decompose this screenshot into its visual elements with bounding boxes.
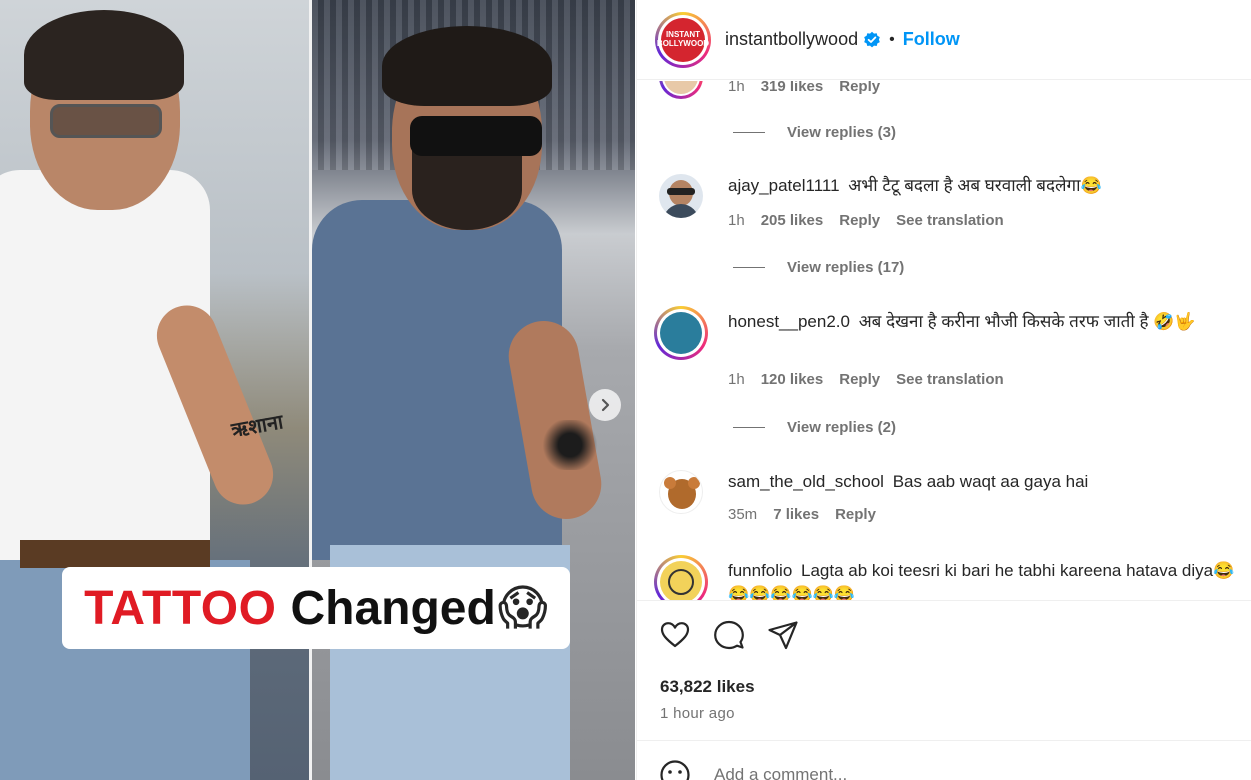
reply-button[interactable]: Reply <box>839 371 880 388</box>
comment-time: 1h <box>728 81 745 95</box>
post-header: INSTANT BOLLYWOOD instantbollywood • Fol… <box>637 0 1251 80</box>
comment-meta: 35m 7 likes Reply <box>728 506 876 523</box>
comment-likes[interactable]: 120 likes <box>761 371 824 388</box>
comment-username[interactable]: funnfolio <box>728 561 792 580</box>
tattoo-new <box>540 420 600 470</box>
add-comment-bar[interactable]: Add a comment... <box>637 740 1251 780</box>
view-replies-button[interactable]: View replies (3) <box>733 124 896 141</box>
comment-time: 1h <box>728 371 745 388</box>
replies-line <box>733 427 765 428</box>
comment-body: honest__pen2.0 अब देखना है करीना भौजी कि… <box>728 310 1238 334</box>
comment-text: अभी टैटू बदला है अब घरवाली बदलेगा😂 <box>848 176 1102 195</box>
replies-line <box>733 132 765 133</box>
caption-red-text: TATTOO <box>84 581 277 635</box>
heart-icon[interactable] <box>659 619 691 651</box>
reply-button[interactable]: Reply <box>835 506 876 523</box>
comment-text: अब देखना है करीना भौजी किसके तरफ जाती है… <box>858 312 1196 331</box>
comment-time: 35m <box>728 506 758 523</box>
reply-button[interactable]: Reply <box>839 81 880 95</box>
comment-text: Bas aab waqt aa gaya hai <box>892 472 1089 491</box>
post-actions: 63,822 likes 1 hour ago <box>637 600 1251 740</box>
comment-likes[interactable]: 319 likes <box>761 81 824 95</box>
view-replies-label: View replies (3) <box>787 124 896 141</box>
author-username[interactable]: instantbollywood <box>725 29 858 50</box>
belt <box>20 540 210 568</box>
caption-black-text: Changed <box>290 581 496 635</box>
comment-username[interactable]: honest__pen2.0 <box>728 312 850 331</box>
sunglasses-right <box>410 116 542 156</box>
comment-username[interactable]: ajay_patel1111 <box>728 176 840 195</box>
emoji-icon[interactable] <box>659 759 691 780</box>
post-time: 1 hour ago <box>660 705 735 722</box>
commenter-avatar[interactable] <box>659 470 703 514</box>
comment-username[interactable]: sam_the_old_school <box>728 472 884 491</box>
comment-body: sam_the_old_school Bas aab waqt aa gaya … <box>728 470 1238 494</box>
author-avatar[interactable]: INSTANT BOLLYWOOD <box>655 11 711 68</box>
add-comment-input[interactable]: Add a comment... <box>714 765 847 780</box>
comment-likes[interactable]: 7 likes <box>773 506 819 523</box>
share-icon[interactable] <box>767 619 799 651</box>
header-separator: • <box>889 30 895 48</box>
view-replies-button[interactable]: View replies (17) <box>733 259 904 276</box>
hair-right <box>382 26 552 106</box>
comment-icon[interactable] <box>713 619 745 651</box>
see-translation-button[interactable]: See translation <box>896 371 1004 388</box>
comment-body: ajay_patel1111 अभी टैटू बदला है अब घरवाल… <box>728 174 1238 198</box>
verified-badge-icon <box>864 31 880 47</box>
action-icons <box>659 619 799 651</box>
post-sidebar: INSTANT BOLLYWOOD instantbollywood • Fol… <box>636 0 1251 780</box>
view-replies-label: View replies (2) <box>787 419 896 436</box>
commenter-avatar[interactable] <box>659 81 703 99</box>
commenter-avatar[interactable] <box>654 306 708 360</box>
see-translation-button[interactable]: See translation <box>896 212 1004 229</box>
comments-list[interactable]: 1h 319 likes Reply View replies (3) ajay… <box>637 81 1251 600</box>
comment-body: funnfolio Lagta ab koi teesri ki bari he… <box>728 559 1238 600</box>
instantbollywood-logo: INSTANT BOLLYWOOD <box>657 17 709 62</box>
comment-likes[interactable]: 205 likes <box>761 212 824 229</box>
view-replies-button[interactable]: View replies (2) <box>733 419 896 436</box>
caption-emoji: 😱 <box>497 580 548 636</box>
beard-right <box>412 150 522 230</box>
replies-line <box>733 267 765 268</box>
comment-meta: 1h 319 likes Reply <box>728 81 880 95</box>
next-slide-button[interactable] <box>589 389 621 421</box>
comment-time: 1h <box>728 212 745 229</box>
hair-left <box>24 10 184 100</box>
reply-button[interactable]: Reply <box>839 212 880 229</box>
sunglasses-left <box>50 104 162 138</box>
caption-banner: TATTOO Changed 😱 <box>62 567 570 649</box>
likes-count[interactable]: 63,822 likes <box>660 677 755 697</box>
comment-meta: 1h 120 likes Reply See translation <box>728 371 1004 388</box>
post-media[interactable]: ऋशाना TATTOO Changed 😱 <box>0 0 635 780</box>
comment-meta: 1h 205 likes Reply See translation <box>728 212 1004 229</box>
commenter-avatar[interactable] <box>659 174 703 218</box>
commenter-avatar[interactable] <box>654 555 708 600</box>
split-divider <box>309 0 312 780</box>
follow-button[interactable]: Follow <box>903 29 960 50</box>
comment-text: Lagta ab koi teesri ki bari he tabhi kar… <box>728 561 1235 600</box>
chevron-right-icon <box>601 398 610 412</box>
view-replies-label: View replies (17) <box>787 259 905 276</box>
